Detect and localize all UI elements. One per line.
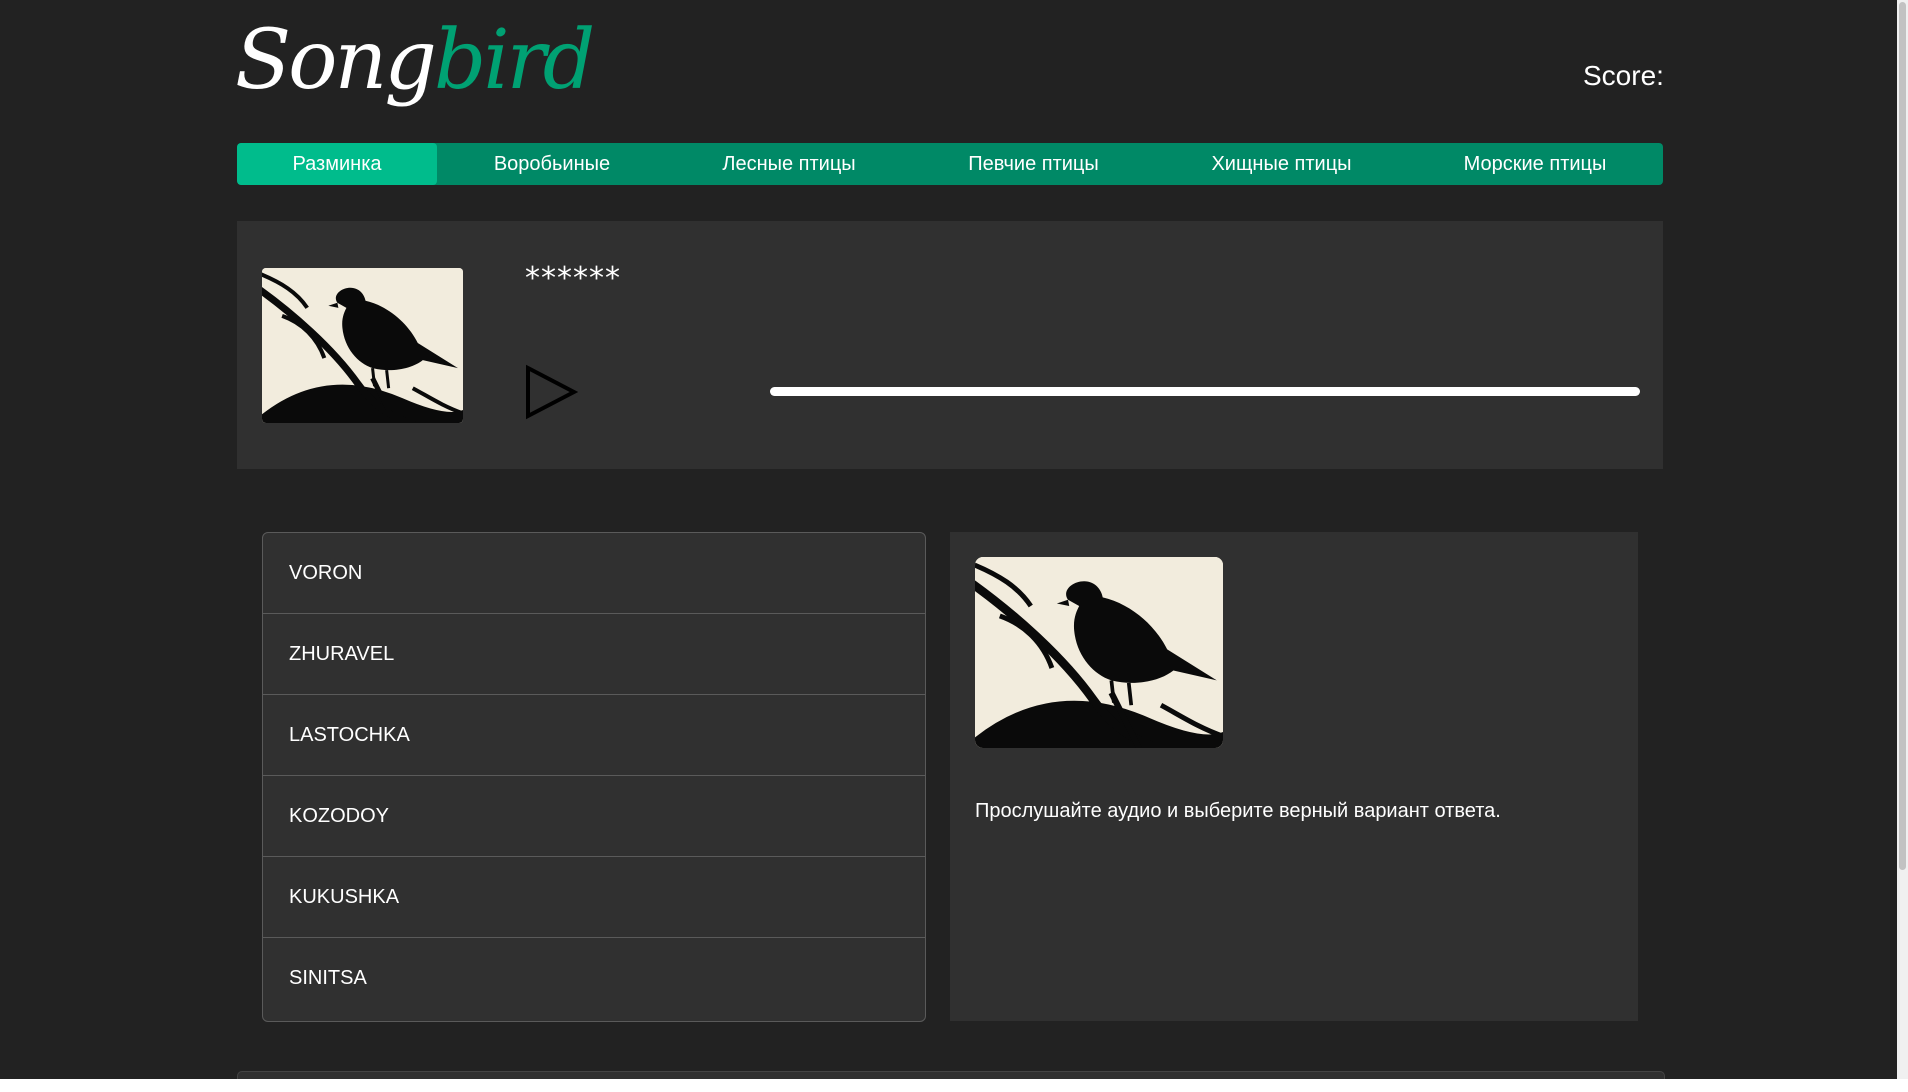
scrollbar-thumb[interactable] xyxy=(1899,2,1906,870)
logo-text-bird: bird xyxy=(433,13,595,108)
app-viewport: Songbird Score: Разминка Воробьиные Лесн… xyxy=(0,0,1897,1079)
window-bottom-edge xyxy=(0,1079,1908,1092)
songbird-logo: Songbird xyxy=(235,20,595,102)
answer-option[interactable]: SINITSA xyxy=(263,938,925,1019)
score-label: Score: xyxy=(1583,60,1664,91)
logo-text-song: Song xyxy=(235,13,437,108)
next-level-button[interactable] xyxy=(237,1071,1665,1079)
answer-option[interactable]: VORON xyxy=(263,533,925,614)
answer-option-label: VORON xyxy=(289,561,363,584)
bird-silhouette-icon xyxy=(262,268,463,423)
nav-item-passerines[interactable]: Воробьиные xyxy=(437,143,667,185)
instruction-text: Прослушайте аудио и выберите верный вари… xyxy=(975,800,1501,822)
nav-item-birds-of-prey[interactable]: Хищные птицы xyxy=(1156,143,1407,185)
question-panel: ****** xyxy=(237,221,1663,469)
bird-silhouette-icon xyxy=(975,557,1223,748)
category-nav: Разминка Воробьиные Лесные птицы Певчие … xyxy=(237,143,1663,185)
audio-progress-fill xyxy=(770,387,1640,396)
bird-details-panel: Прослушайте аудио и выберите верный вари… xyxy=(950,532,1638,1021)
answer-option[interactable]: ZHURAVEL xyxy=(263,614,925,695)
answer-option[interactable]: KUKUSHKA xyxy=(263,857,925,938)
answer-option-label: KOZODOY xyxy=(289,804,390,827)
nav-item-warmup[interactable]: Разминка xyxy=(237,143,437,185)
hidden-bird-name: ****** xyxy=(525,261,621,296)
vertical-scrollbar[interactable] xyxy=(1897,0,1908,1079)
answer-option[interactable]: KOZODOY xyxy=(263,776,925,857)
audio-progress-bar[interactable] xyxy=(770,387,1640,396)
answer-option-label: ZHURAVEL xyxy=(289,642,395,665)
play-icon xyxy=(526,364,579,420)
answer-option[interactable]: LASTOCHKA xyxy=(263,695,925,776)
nav-item-forest-birds[interactable]: Лесные птицы xyxy=(667,143,911,185)
answer-option-label: SINITSA xyxy=(289,967,367,989)
play-button[interactable] xyxy=(524,364,579,420)
answer-option-label: LASTOCHKA xyxy=(289,723,410,746)
nav-item-songbirds[interactable]: Певчие птицы xyxy=(911,143,1156,185)
nav-item-sea-birds[interactable]: Морские птицы xyxy=(1407,143,1663,185)
answer-list: VORON ZHURAVEL LASTOCHKA KOZODOY KUKUSHK… xyxy=(262,532,926,1022)
answer-option-label: KUKUSHKA xyxy=(289,885,400,908)
